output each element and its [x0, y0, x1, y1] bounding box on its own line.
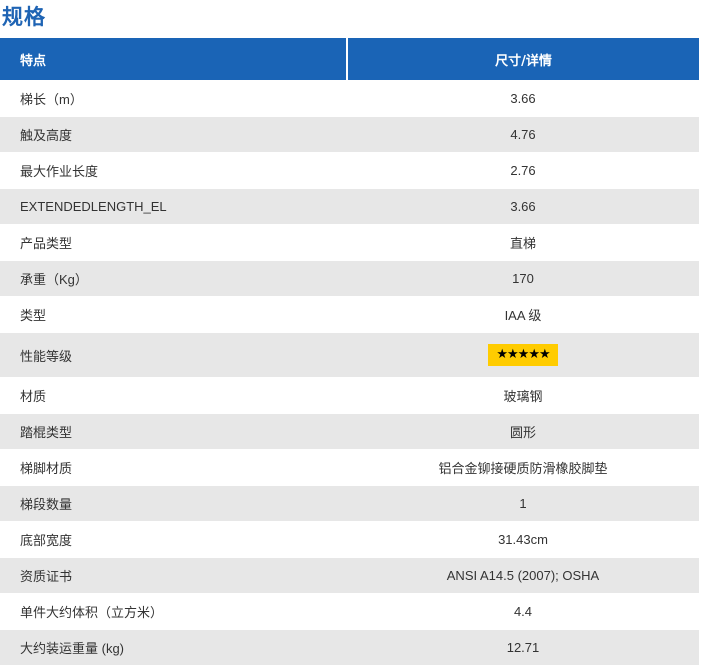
- feature-cell: 梯脚材质: [0, 449, 347, 486]
- detail-cell: 直梯: [347, 224, 699, 261]
- feature-cell: 梯段数量: [0, 485, 347, 522]
- detail-cell: 2.76: [347, 152, 699, 189]
- feature-cell: 单件大约体积（立方米）: [0, 593, 347, 630]
- feature-cell: EXTENDEDLENGTH_EL: [0, 188, 347, 225]
- detail-cell: 3.66: [347, 188, 699, 225]
- table-row: 底部宽度 31.43cm: [0, 521, 699, 558]
- table-row: 梯长（m） 3.66: [0, 80, 699, 117]
- feature-cell: 踏棍类型: [0, 413, 347, 450]
- detail-cell: 1: [347, 485, 699, 522]
- table-row: 承重（Kg） 170: [0, 260, 699, 297]
- feature-cell: 触及高度: [0, 116, 347, 153]
- table-row: 产品类型 直梯: [0, 224, 699, 261]
- feature-cell: 产品类型: [0, 224, 347, 261]
- feature-cell: 性能等级: [0, 332, 347, 378]
- table-row: 踏棍类型 圆形: [0, 413, 699, 450]
- feature-cell: 材质: [0, 377, 347, 414]
- feature-cell: 资质证书: [0, 557, 347, 594]
- table-row: 梯段数量 1: [0, 485, 699, 522]
- table-row: 性能等级 ★★★★★: [0, 332, 699, 378]
- star-icon: ★★★★★: [488, 344, 558, 366]
- table-row: EXTENDEDLENGTH_EL 3.66: [0, 188, 699, 225]
- feature-cell: 最大作业长度: [0, 152, 347, 189]
- feature-cell: 底部宽度: [0, 521, 347, 558]
- table-row: 梯脚材质 铝合金铆接硬质防滑橡胶脚垫: [0, 449, 699, 486]
- detail-cell: 圆形: [347, 413, 699, 450]
- detail-cell: 31.43cm: [347, 521, 699, 558]
- detail-cell: 铝合金铆接硬质防滑橡胶脚垫: [347, 449, 699, 486]
- table-header-row: 特点 尺寸/详情: [0, 38, 699, 81]
- detail-cell: 3.66: [347, 80, 699, 117]
- table-row: 单件大约体积（立方米） 4.4: [0, 593, 699, 630]
- table-row: 大约装运重量 (kg) 12.71: [0, 629, 699, 665]
- table-row: 最大作业长度 2.76: [0, 152, 699, 189]
- detail-cell: IAA 级: [347, 296, 699, 333]
- detail-cell: ANSI A14.5 (2007); OSHA: [347, 557, 699, 594]
- feature-cell: 承重（Kg）: [0, 260, 347, 297]
- detail-cell: 4.4: [347, 593, 699, 630]
- table-row: 材质 玻璃钢: [0, 377, 699, 414]
- feature-cell: 梯长（m）: [0, 80, 347, 117]
- table-row: 资质证书 ANSI A14.5 (2007); OSHA: [0, 557, 699, 594]
- column-header-detail: 尺寸/详情: [347, 38, 699, 81]
- feature-cell: 类型: [0, 296, 347, 333]
- feature-cell: 大约装运重量 (kg): [0, 629, 347, 665]
- detail-cell: 12.71: [347, 629, 699, 665]
- table-row: 触及高度 4.76: [0, 116, 699, 153]
- detail-cell: 玻璃钢: [347, 377, 699, 414]
- page-title: 规格: [2, 5, 46, 29]
- table-row: 类型 IAA 级: [0, 296, 699, 333]
- detail-cell: 4.76: [347, 116, 699, 153]
- detail-cell: ★★★★★: [347, 332, 699, 378]
- spec-table: 特点 尺寸/详情 梯长（m） 3.66 触及高度 4.76 最大作业长度 2.7…: [0, 38, 699, 665]
- detail-cell: 170: [347, 260, 699, 297]
- column-header-feature: 特点: [0, 38, 348, 81]
